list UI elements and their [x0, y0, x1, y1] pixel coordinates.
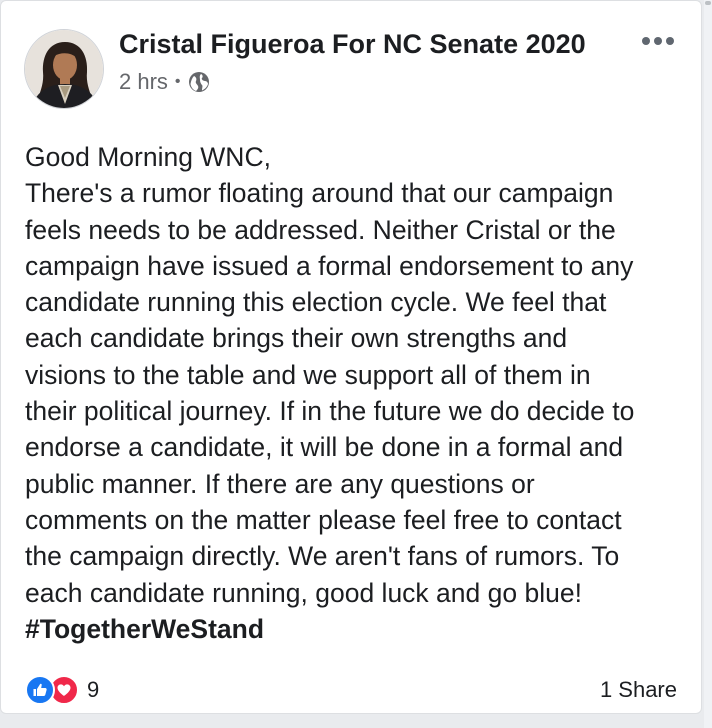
globe-icon: [188, 71, 210, 93]
post-line: the campaign directly. We aren't fans of…: [25, 541, 620, 572]
post-meta: 2 hrs •: [119, 69, 210, 95]
post-line: each candidate running, good luck and go…: [25, 577, 582, 608]
more-dot: [654, 37, 662, 45]
post-card: Cristal Figueroa For NC Senate 2020 2 hr…: [0, 0, 702, 714]
post-line: There's a rumor floating around that our…: [25, 178, 614, 209]
more-dot: [666, 37, 674, 45]
post-line: visions to the table and we support all …: [25, 359, 591, 390]
post-line: their political journey. If in the futur…: [25, 396, 635, 427]
post-line: feels needs to be addressed. Neither Cri…: [25, 214, 616, 245]
more-dot: [642, 37, 650, 45]
post-message: Good Morning WNC, There's a rumor floati…: [25, 139, 695, 647]
post-timestamp[interactable]: 2 hrs: [119, 69, 168, 95]
scrollbar-thumb[interactable]: [705, 1, 711, 5]
reactions-summary[interactable]: 9: [25, 675, 99, 705]
hashtag-link[interactable]: #TogetherWeStand: [25, 611, 695, 647]
share-count[interactable]: 1 Share: [600, 677, 677, 703]
post-line: each candidate brings their own strength…: [25, 323, 568, 354]
avatar-image: [25, 30, 103, 108]
post-line: endorse a candidate, it will be done in …: [25, 432, 624, 463]
post-line: public manner. If there are any question…: [25, 468, 535, 499]
meta-separator: •: [174, 73, 181, 90]
more-options-button[interactable]: [638, 31, 678, 51]
post-line: candidate running this election cycle. W…: [25, 287, 607, 318]
scrollbar[interactable]: [704, 0, 712, 728]
post-line: campaign have issued a formal endorsemen…: [25, 250, 634, 281]
reaction-count: 9: [87, 677, 100, 702]
like-icon: [25, 675, 55, 705]
avatar[interactable]: [24, 29, 104, 109]
page-name[interactable]: Cristal Figueroa For NC Senate 2020: [119, 29, 586, 60]
post-line: Good Morning WNC,: [25, 142, 271, 172]
post-line: comments on the matter please feel free …: [25, 504, 622, 535]
